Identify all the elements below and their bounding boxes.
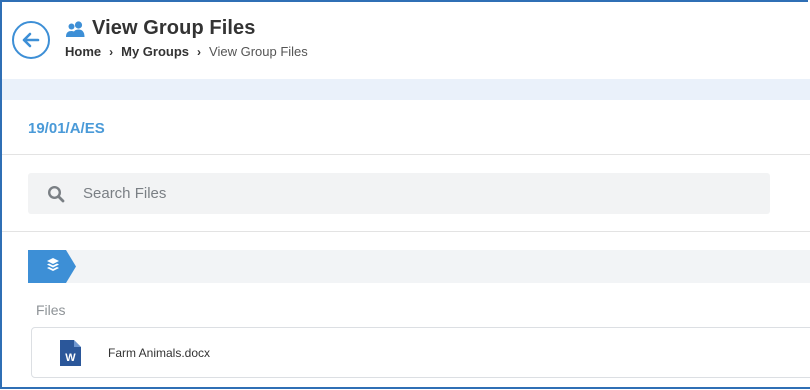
breadcrumb-home-link[interactable]: Home xyxy=(65,44,101,59)
search-box xyxy=(28,173,770,214)
header-band xyxy=(2,79,810,100)
file-name: Farm Animals.docx xyxy=(108,345,211,360)
page-title-row: View Group Files xyxy=(65,17,256,40)
word-doc-icon: W xyxy=(60,339,81,366)
search-input[interactable] xyxy=(81,184,685,203)
breadcrumb-current: View Group Files xyxy=(209,44,308,59)
chevron-right-icon: › xyxy=(197,44,202,59)
group-code: 19/01/A/ES xyxy=(28,120,105,137)
divider xyxy=(2,231,810,232)
back-button[interactable] xyxy=(12,21,50,59)
search-icon xyxy=(47,185,65,203)
file-list-item[interactable]: W Farm Animals.docx xyxy=(31,327,810,378)
users-icon xyxy=(66,20,85,37)
arrow-left-icon xyxy=(22,32,40,48)
window-frame-bottom xyxy=(0,387,810,389)
svg-text:W: W xyxy=(65,352,76,364)
chevron-right-icon: › xyxy=(109,44,114,59)
page-title: View Group Files xyxy=(92,17,256,39)
folder-root-tab[interactable] xyxy=(28,250,78,283)
folder-path-bar xyxy=(28,250,810,283)
breadcrumb: Home › My Groups › View Group Files xyxy=(65,44,308,59)
files-section-label: Files xyxy=(36,302,66,318)
divider xyxy=(2,154,810,155)
breadcrumb-my-groups-link[interactable]: My Groups xyxy=(121,44,189,59)
